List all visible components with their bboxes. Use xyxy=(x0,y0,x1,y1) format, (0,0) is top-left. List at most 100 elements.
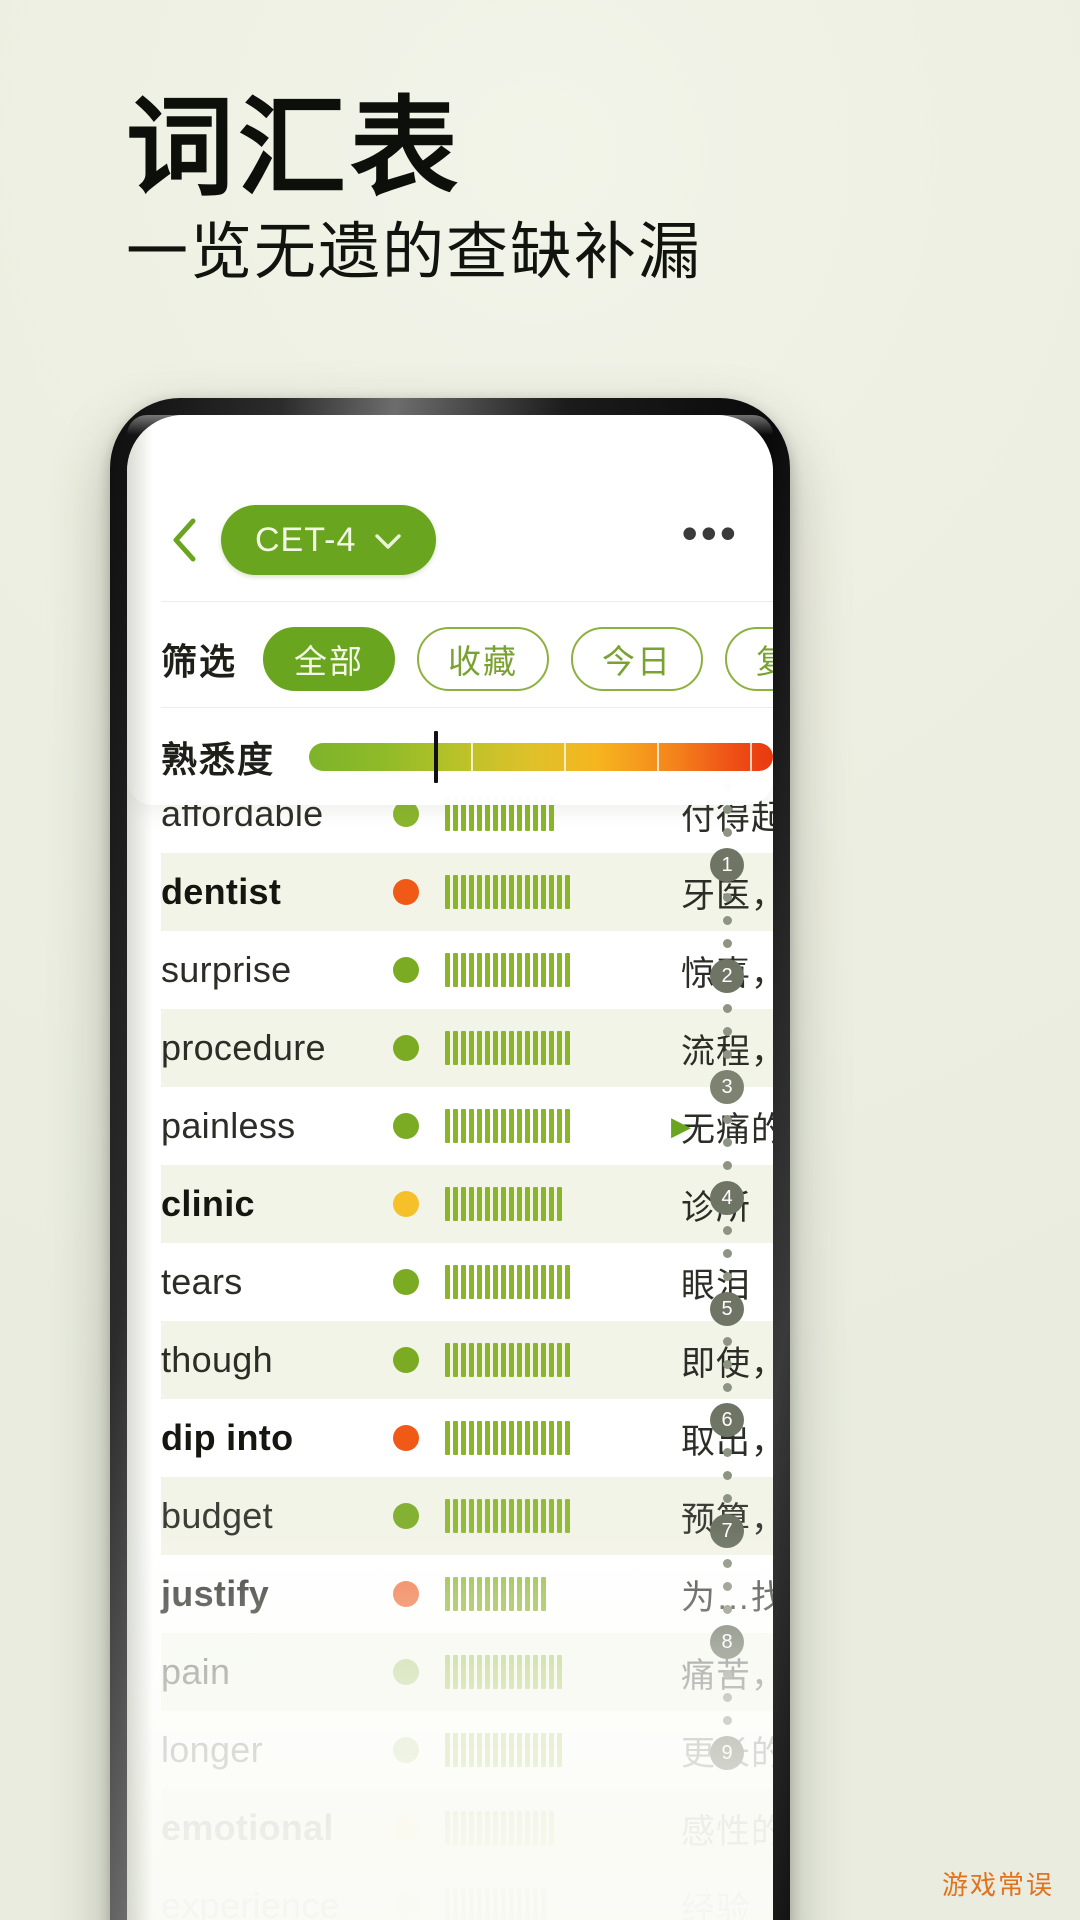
phone-mockup: affordable付得起的，可以支付的dentist牙医，牙科医生surpri… xyxy=(110,398,790,1920)
back-button[interactable] xyxy=(161,517,207,563)
familiarity-dot xyxy=(393,1815,419,1841)
rail-segment[interactable]: 5 xyxy=(710,1219,744,1330)
more-options-button[interactable]: ••• xyxy=(682,510,739,557)
word-row[interactable]: painless无痛的，没有痛感▶ xyxy=(161,1087,773,1165)
rail-bead xyxy=(722,1249,732,1258)
filter-chip[interactable]: 今日 xyxy=(571,627,704,691)
memory-strength-meter xyxy=(445,1265,645,1299)
filter-divider xyxy=(161,707,773,708)
memory-strength-meter xyxy=(445,1889,645,1920)
rail-bead xyxy=(722,1004,732,1013)
filter-chip[interactable]: 收藏 xyxy=(417,627,550,691)
rail-bead xyxy=(722,1337,732,1346)
word-row[interactable]: tears 眼泪 xyxy=(161,1243,773,1321)
rail-bead xyxy=(722,939,732,948)
rail-index-number[interactable]: 8 xyxy=(710,1625,744,1659)
rail-bead xyxy=(722,1471,732,1480)
word-row[interactable]: surprise惊喜，意外 xyxy=(161,931,773,1009)
app-header: CET-4 ••• xyxy=(127,497,773,583)
watermark: 游戏常误 xyxy=(941,1870,1054,1900)
word-text: surprise xyxy=(161,949,292,990)
familiarity-slider-handle[interactable] xyxy=(434,731,439,783)
filter-chip[interactable]: 全部 xyxy=(263,627,396,691)
familiarity-dot xyxy=(393,957,419,983)
filter-chip-group[interactable]: 全部收藏今日复习新 xyxy=(263,627,773,691)
wordbook-selector-button[interactable]: CET-4 xyxy=(221,505,437,575)
page-title: 词汇表 xyxy=(126,90,463,209)
familiarity-dot xyxy=(393,1425,419,1451)
word-row[interactable]: experience 经验 xyxy=(161,1867,773,1920)
word-row[interactable]: emotional 感性的 xyxy=(161,1789,773,1867)
familiarity-slider[interactable] xyxy=(309,731,773,783)
rail-bead xyxy=(722,1448,732,1457)
familiarity-dot xyxy=(393,1269,419,1295)
rail-index-number[interactable]: 3 xyxy=(710,1070,744,1104)
filter-label: 筛选 xyxy=(161,641,238,682)
familiarity-dot xyxy=(393,1581,419,1607)
memory-strength-meter xyxy=(445,1499,645,1533)
rail-bead xyxy=(722,1605,732,1614)
word-text: though xyxy=(161,1339,273,1380)
slider-tick xyxy=(471,743,474,771)
rail-segment[interactable]: 9 xyxy=(710,1663,744,1774)
headline-block: 词汇表 一览无遗的查缺补漏 xyxy=(126,96,966,286)
word-row[interactable]: pain痛苦，疼痛 xyxy=(161,1633,773,1711)
word-row[interactable]: longer更长的，更久的 xyxy=(161,1711,773,1789)
rail-segment[interactable]: 4 xyxy=(710,1108,744,1219)
rail-index-number[interactable]: 2 xyxy=(710,959,744,993)
rail-index-number[interactable]: 4 xyxy=(710,1181,744,1215)
word-text: experience xyxy=(161,1885,341,1920)
familiarity-dot xyxy=(393,1503,419,1529)
word-row[interactable]: procedure流程，过程 xyxy=(161,1009,773,1087)
memory-strength-meter xyxy=(445,953,645,987)
rail-segment[interactable]: 7 xyxy=(710,1441,744,1552)
rail-index-number[interactable]: 5 xyxy=(710,1292,744,1326)
rail-bead xyxy=(722,916,732,925)
word-text: justify xyxy=(161,1573,270,1614)
word-text: tears xyxy=(161,1261,243,1302)
rail-bead xyxy=(722,1582,732,1591)
word-row[interactable]: budget预算，财政预算 xyxy=(161,1477,773,1555)
familiarity-dot xyxy=(393,879,419,905)
word-row[interactable]: dip into取出，动用积蓄 xyxy=(161,1399,773,1477)
rail-bead xyxy=(722,1716,732,1725)
word-list[interactable]: affordable付得起的，可以支付的dentist牙医，牙科医生surpri… xyxy=(127,775,773,1920)
rail-segment[interactable]: 8 xyxy=(710,1552,744,1663)
rail-segment[interactable]: 3 xyxy=(710,997,744,1108)
memory-strength-meter xyxy=(445,1343,645,1377)
memory-strength-meter xyxy=(445,1577,645,1611)
word-row[interactable]: clinic诊所 xyxy=(161,1165,773,1243)
memory-strength-meter xyxy=(445,1109,645,1143)
rail-bead xyxy=(722,1383,732,1392)
familiarity-dot xyxy=(393,1737,419,1763)
familiarity-dot xyxy=(393,1659,419,1685)
rail-bead xyxy=(722,805,732,814)
slider-tick xyxy=(564,743,567,771)
familiarity-row: 熟悉度 xyxy=(127,711,773,803)
wordbook-label: CET-4 xyxy=(255,520,357,559)
rail-bead xyxy=(722,1494,732,1503)
alphabet-index-rail[interactable]: 1 2 3 4 5 6 7 8 9 xyxy=(703,775,751,1920)
word-row[interactable]: though即使，即便如此 xyxy=(161,1321,773,1399)
rail-segment[interactable]: 6 xyxy=(710,1330,744,1441)
slider-tick xyxy=(749,743,752,771)
promo-page: 词汇表 一览无遗的查缺补漏 affordable付得起的，可以支付的dentis… xyxy=(0,0,1080,1920)
rail-index-number[interactable]: 7 xyxy=(710,1514,744,1548)
word-text: longer xyxy=(161,1729,263,1770)
familiarity-dot xyxy=(393,1893,419,1919)
memory-strength-meter xyxy=(445,1187,645,1221)
rail-segment[interactable]: 2 xyxy=(710,886,744,997)
memory-strength-meter xyxy=(445,1655,645,1689)
word-text: clinic xyxy=(161,1183,255,1224)
rail-index-number[interactable]: 9 xyxy=(710,1736,744,1770)
phone-screen: affordable付得起的，可以支付的dentist牙医，牙科医生surpri… xyxy=(127,415,773,1920)
rail-index-number[interactable]: 6 xyxy=(710,1403,744,1437)
filter-chip[interactable]: 复习 xyxy=(725,627,773,691)
familiarity-dot xyxy=(393,1035,419,1061)
word-row[interactable]: dentist牙医，牙科医生 xyxy=(161,853,773,931)
memory-strength-meter xyxy=(445,1421,645,1455)
play-audio-icon[interactable]: ▶ xyxy=(671,1111,691,1142)
rail-bead xyxy=(722,893,732,902)
rail-index-number[interactable]: 1 xyxy=(710,848,744,882)
word-row[interactable]: justify为…找借口 xyxy=(161,1555,773,1633)
